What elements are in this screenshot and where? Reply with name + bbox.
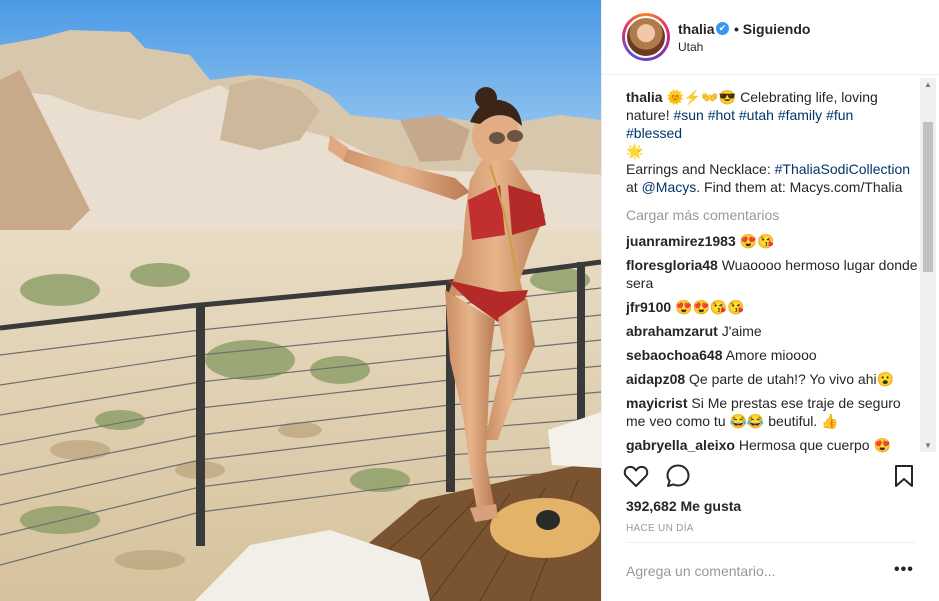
comment-row: floresgloria48 Wuaoooo hermoso lugar don… [626, 256, 918, 292]
instagram-post-window: thalia ✔ • Siguiendo Utah thalia 🌞⚡👐😎 Ce… [0, 0, 939, 601]
scroll-up-arrow-icon[interactable]: ▲ [924, 80, 932, 89]
comment-username[interactable]: sebaochoa648 [626, 347, 723, 363]
comment-row: abrahamzarut J'aime [626, 322, 918, 340]
comment-row: juanramirez1983 😍😘 [626, 232, 918, 250]
hashtag-family[interactable]: #family [778, 107, 822, 123]
comment-row: mayicrist Si Me prestas ese traje de seg… [626, 394, 918, 430]
comment-text: Hermosa que cuerpo 😍 [738, 437, 891, 453]
bookmark-icon[interactable] [890, 462, 918, 490]
comment-username[interactable]: mayicrist [626, 395, 687, 411]
comment-username[interactable]: jfr9100 [626, 299, 671, 315]
caption-text-earrings: Earrings and Necklace: [626, 161, 771, 177]
post-timestamp[interactable]: HACE UN DÍA [626, 523, 694, 534]
comments-list[interactable]: thalia 🌞⚡👐😎 Celebrating life, loving nat… [626, 88, 918, 458]
divider [626, 542, 916, 543]
comments-scrollbar[interactable]: ▲ ▼ [920, 78, 936, 452]
caption: thalia 🌞⚡👐😎 Celebrating life, loving nat… [626, 88, 918, 196]
add-comment-input[interactable]: Agrega un comentario... [626, 563, 775, 579]
post-details-panel: thalia ✔ • Siguiendo Utah thalia 🌞⚡👐😎 Ce… [601, 0, 939, 601]
hashtag-sun[interactable]: #sun [673, 107, 703, 123]
heart-icon[interactable] [622, 462, 650, 490]
location-link[interactable]: Utah [678, 40, 703, 54]
follow-status-button[interactable]: • Siguiendo [734, 21, 810, 37]
comment-row: jfr9100 😍😍😘😘 [626, 298, 918, 316]
comment-bubble-icon[interactable] [664, 462, 692, 490]
comment-text: 😍😍😘😘 [675, 299, 745, 315]
post-photo[interactable] [0, 0, 601, 601]
comment-text: J'aime [721, 323, 762, 339]
header-username[interactable]: thalia [678, 21, 715, 37]
comment-username[interactable]: floresgloria48 [626, 257, 718, 273]
hashtag-utah[interactable]: #utah [739, 107, 774, 123]
story-ring[interactable] [622, 13, 670, 61]
load-more-comments-button[interactable]: Cargar más comentarios [626, 206, 918, 224]
caption-star-emoji: 🌟 [626, 143, 644, 159]
comment-row: gabryella_aleixo Hermosa que cuerpo 😍 [626, 436, 918, 454]
likes-count[interactable]: 392,682 Me gusta [626, 498, 741, 514]
comment-text: Qe parte de utah!? Yo vivo ahi😮 [689, 371, 895, 387]
hashtag-hot[interactable]: #hot [708, 107, 735, 123]
hashtag-blessed[interactable]: #blessed [626, 125, 682, 141]
comment-username[interactable]: abrahamzarut [626, 323, 718, 339]
comment-username[interactable]: aidapz08 [626, 371, 685, 387]
comment-row: sebaochoa648 Amore mioooo [626, 346, 918, 364]
verified-badge-icon: ✔ [716, 22, 729, 35]
action-bar [622, 462, 922, 492]
mention-macys[interactable]: @Macys [642, 179, 697, 195]
caption-emojis: 🌞⚡👐😎 [666, 89, 737, 105]
comment-username[interactable]: gabryella_aleixo [626, 437, 735, 453]
photo-illustration [0, 0, 601, 601]
post-header: thalia ✔ • Siguiendo Utah [602, 0, 939, 75]
scroll-thumb[interactable] [923, 122, 933, 272]
comment-username[interactable]: juanramirez1983 [626, 233, 736, 249]
caption-text-find: . Find them at: Macys.com/Thalia [696, 179, 903, 195]
scroll-down-arrow-icon[interactable]: ▼ [924, 441, 932, 450]
caption-username[interactable]: thalia [626, 89, 663, 105]
hashtag-fun[interactable]: #fun [826, 107, 853, 123]
comment-text: Amore mioooo [725, 347, 817, 363]
more-options-button[interactable]: ••• [894, 561, 914, 579]
comment-text: 😍😘 [739, 233, 775, 249]
hashtag-collection[interactable]: #ThaliaSodiCollection [775, 161, 910, 177]
avatar[interactable] [625, 16, 667, 58]
caption-text-at: at [626, 179, 638, 195]
comment-row: aidapz08 Qe parte de utah!? Yo vivo ahi😮 [626, 370, 918, 388]
